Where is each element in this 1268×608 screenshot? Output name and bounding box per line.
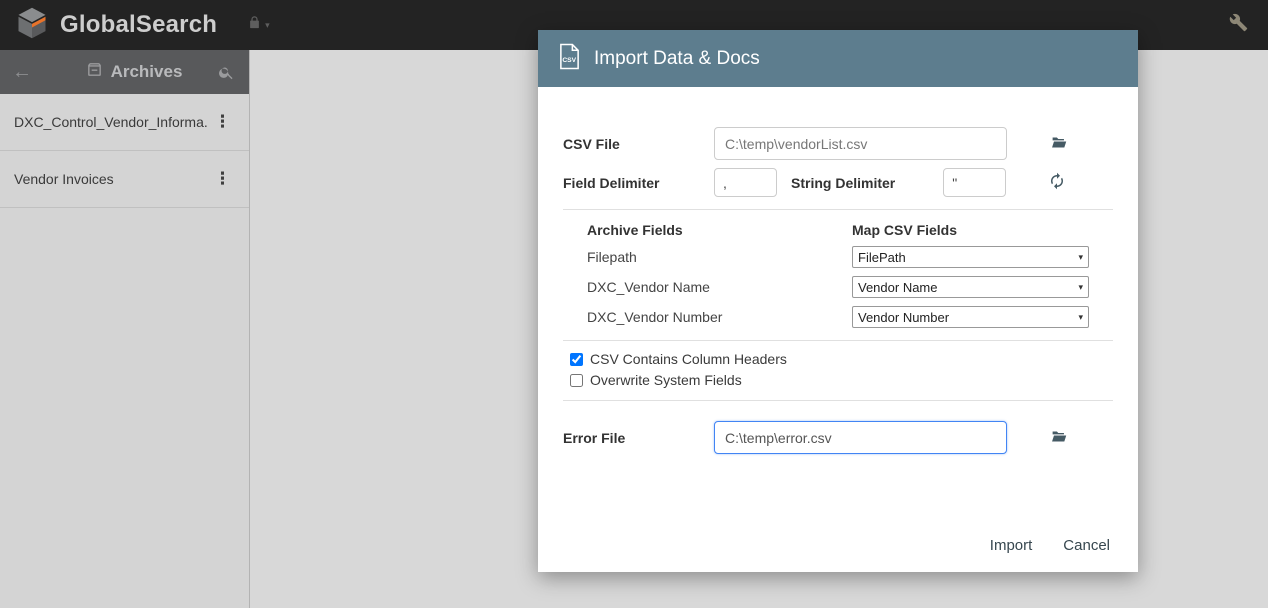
csv-headers-label: CSV Contains Column Headers (590, 351, 787, 367)
field-delimiter-label: Field Delimiter (563, 175, 714, 191)
csv-document-icon: CSV (558, 43, 581, 75)
sidebar-title-wrap: Archives (50, 61, 218, 83)
browse-csv-file-button[interactable] (1047, 132, 1071, 156)
globalsearch-logo-icon (14, 5, 50, 46)
csv-field-select[interactable]: Vendor Number ▾ (852, 306, 1089, 328)
string-delimiter-input[interactable] (943, 168, 1006, 197)
error-file-label: Error File (563, 430, 714, 446)
csv-field-select[interactable]: FilePath ▾ (852, 246, 1089, 268)
cancel-button[interactable]: Cancel (1063, 537, 1110, 554)
archive-list-item[interactable]: DXC_Control_Vendor_Informa... ⋮ (0, 94, 249, 151)
wrench-icon (1229, 13, 1248, 37)
dialog-title: Import Data & Docs (594, 48, 760, 70)
overwrite-system-fields-label: Overwrite System Fields (590, 372, 742, 388)
csv-headers-checkbox[interactable] (570, 353, 583, 366)
dialog-footer: Import Cancel (990, 537, 1110, 554)
tools-button[interactable] (1229, 13, 1248, 37)
refresh-fields-button[interactable] (1046, 170, 1068, 195)
import-button[interactable]: Import (990, 537, 1033, 554)
folder-open-icon (1049, 428, 1069, 448)
overwrite-system-fields-option[interactable]: Overwrite System Fields (570, 372, 1113, 388)
options-section: CSV Contains Column Headers Overwrite Sy… (538, 351, 1138, 388)
archive-name: DXC_Control_Vendor_Informa... (14, 114, 208, 130)
delimiters-row: Field Delimiter String Delimiter (538, 168, 1138, 197)
archive-field-name: DXC_Vendor Number (587, 309, 852, 325)
kebab-menu-icon[interactable]: ⋮ (208, 108, 237, 136)
kebab-menu-icon[interactable]: ⋮ (208, 165, 237, 193)
archive-list: DXC_Control_Vendor_Informa... ⋮ Vendor I… (0, 94, 249, 208)
archive-list-item[interactable]: Vendor Invoices ⋮ (0, 151, 249, 208)
csv-file-row: CSV File (538, 127, 1138, 160)
divider (563, 340, 1113, 341)
error-file-input[interactable] (714, 421, 1007, 454)
sidebar: ← Archives DXC_Control_Vendor_Informa...… (0, 50, 250, 608)
archive-field-name: Filepath (587, 249, 852, 265)
map-csv-fields-header: Map CSV Fields (852, 222, 1113, 238)
folder-open-icon (1049, 134, 1069, 154)
sidebar-header: ← Archives (0, 50, 249, 94)
field-delimiter-input[interactable] (714, 168, 777, 197)
csv-file-label: CSV File (563, 136, 714, 152)
chevron-down-icon: ▾ (1078, 312, 1083, 323)
mapping-row: Filepath FilePath ▾ (538, 246, 1138, 268)
chevron-down-icon: ▾ (265, 20, 270, 31)
import-data-docs-dialog: CSV Import Data & Docs CSV File Field De… (538, 30, 1138, 572)
selected-option: Vendor Name (858, 280, 938, 295)
sidebar-title: Archives (111, 62, 183, 82)
brand: GlobalSearch (14, 5, 217, 46)
refresh-icon (1048, 172, 1066, 193)
archive-fields-header: Archive Fields (587, 222, 852, 238)
divider (563, 400, 1113, 401)
browse-error-file-button[interactable] (1047, 426, 1071, 450)
mapping-row: DXC_Vendor Number Vendor Number ▾ (538, 306, 1138, 328)
selected-option: FilePath (858, 250, 906, 265)
mapping-row: DXC_Vendor Name Vendor Name ▾ (538, 276, 1138, 298)
lock-icon (247, 15, 262, 35)
brand-name: GlobalSearch (60, 11, 217, 39)
dialog-header: CSV Import Data & Docs (538, 30, 1138, 87)
back-arrow-icon[interactable]: ← (12, 61, 50, 84)
chevron-down-icon: ▾ (1078, 282, 1083, 293)
selected-option: Vendor Number (858, 310, 949, 325)
archive-field-name: DXC_Vendor Name (587, 279, 852, 295)
string-delimiter-label: String Delimiter (791, 175, 895, 191)
archive-name: Vendor Invoices (14, 171, 114, 187)
svg-text:CSV: CSV (562, 57, 576, 64)
lock-menu-button[interactable]: ▾ (247, 15, 270, 35)
chevron-down-icon: ▾ (1078, 252, 1083, 263)
overwrite-system-fields-checkbox[interactable] (570, 374, 583, 387)
archive-icon (86, 61, 103, 83)
error-file-row: Error File (538, 421, 1138, 454)
mapping-headers: Archive Fields Map CSV Fields (538, 210, 1138, 238)
csv-headers-option[interactable]: CSV Contains Column Headers (570, 351, 1113, 367)
csv-file-input[interactable] (714, 127, 1007, 160)
search-icon[interactable] (218, 64, 235, 81)
csv-field-select[interactable]: Vendor Name ▾ (852, 276, 1089, 298)
